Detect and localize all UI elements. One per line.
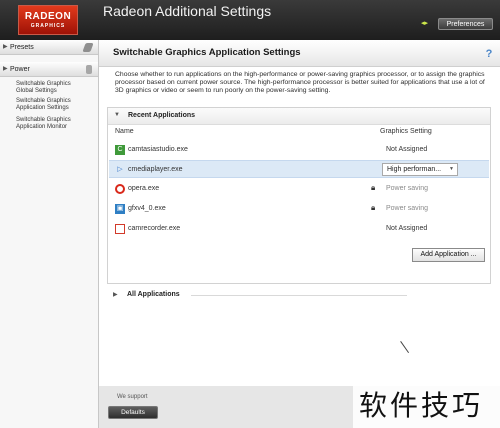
recent-applications-header[interactable]: ▼ Recent Applications bbox=[108, 108, 490, 125]
sidebar-item-application-settings[interactable]: Switchable Graphics Application Settings bbox=[16, 98, 96, 111]
opera-icon bbox=[115, 184, 125, 194]
app-name: gfxv4_0.exe bbox=[128, 205, 166, 212]
sidebar-item-application-monitor[interactable]: Switchable Graphics Application Monitor bbox=[16, 117, 96, 130]
graphics-setting-value: Power saving bbox=[386, 205, 429, 212]
all-applications-label: All Applications bbox=[127, 291, 180, 298]
sidebar-section-label: Presets bbox=[10, 44, 34, 51]
table-row[interactable]: opera.exe 🔒︎ Power saving bbox=[109, 180, 489, 198]
sidebar: ▶ Presets ▶ Power Switchable Graphics Gl… bbox=[0, 40, 99, 428]
back-forward-icon[interactable]: ◂▸ bbox=[421, 20, 429, 27]
watermark-text: 软件技巧 bbox=[359, 389, 484, 422]
power-icon bbox=[86, 65, 92, 74]
page-description: Choose whether to run applications on th… bbox=[115, 71, 485, 94]
gfx-icon: ▣ bbox=[115, 204, 125, 214]
footer-text: We support bbox=[117, 394, 148, 400]
sidebar-section-presets[interactable]: ▶ Presets bbox=[0, 40, 98, 55]
sidebar-item-label: Application Settings bbox=[16, 104, 69, 111]
logo-text-graphics: GRAPHICS bbox=[30, 23, 66, 29]
graphics-setting-value: Power saving bbox=[386, 185, 429, 192]
lock-icon: 🔒︎ bbox=[371, 183, 376, 192]
dropdown-value: High performan... bbox=[387, 166, 442, 173]
sidebar-section-power[interactable]: ▶ Power bbox=[0, 62, 98, 77]
radeon-logo: RADEON GRAPHICS bbox=[18, 5, 78, 35]
app-name: cmediaplayer.exe bbox=[128, 166, 183, 173]
app-name: camtasiastudio.exe bbox=[128, 146, 188, 153]
chevron-right-icon: ▶ bbox=[3, 44, 8, 50]
play-icon: ▷ bbox=[117, 166, 123, 173]
sidebar-item-global-settings[interactable]: Switchable Graphics Global Settings bbox=[16, 81, 96, 94]
camtasia-icon: C bbox=[115, 145, 125, 155]
defaults-button[interactable]: Defaults bbox=[108, 406, 158, 419]
graphics-setting-value[interactable]: Not Assigned bbox=[386, 225, 427, 232]
page-title: Switchable Graphics Application Settings bbox=[113, 47, 301, 58]
logo-text-radeon: RADEON bbox=[24, 11, 72, 22]
sidebar-item-label: Global Settings bbox=[16, 87, 57, 94]
graphics-setting-dropdown[interactable]: High performan... ▼ bbox=[382, 163, 458, 176]
title-bar: RADEON GRAPHICS Radeon Additional Settin… bbox=[0, 0, 500, 40]
app-title: Radeon Additional Settings bbox=[103, 3, 272, 19]
column-header-name[interactable]: Name bbox=[115, 128, 134, 135]
help-icon[interactable]: ? bbox=[483, 48, 495, 60]
table-row[interactable]: ▣ gfxv4_0.exe 🔒︎ Power saving bbox=[109, 200, 489, 218]
chevron-down-icon: ▼ bbox=[449, 166, 454, 172]
chevron-down-icon: ▼ bbox=[114, 112, 120, 118]
main-content: Switchable Graphics Application Settings… bbox=[99, 40, 500, 428]
lock-icon: 🔒︎ bbox=[371, 203, 376, 212]
graphics-setting-value[interactable]: Not Assigned bbox=[386, 146, 427, 153]
add-application-button[interactable]: Add Application ... bbox=[412, 248, 485, 262]
column-header-graphics-setting[interactable]: Graphics Setting bbox=[380, 128, 432, 135]
table-row[interactable]: camrecorder.exe Not Assigned bbox=[109, 220, 489, 238]
recorder-icon bbox=[115, 224, 125, 234]
table-row[interactable]: ▷ cmediaplayer.exe High performan... ▼ bbox=[109, 160, 489, 178]
table-row[interactable]: C camtasiastudio.exe Not Assigned bbox=[109, 141, 489, 159]
content-header: Switchable Graphics Application Settings… bbox=[99, 40, 500, 67]
chevron-right-icon: ▶ bbox=[113, 292, 118, 298]
watermark: 软件技巧 bbox=[353, 380, 500, 428]
all-applications-header[interactable]: ▶ All Applications bbox=[107, 286, 491, 304]
chevron-right-icon: ▶ bbox=[3, 66, 8, 72]
recent-applications-label: Recent Applications bbox=[128, 112, 196, 119]
sidebar-section-label: Power bbox=[10, 66, 30, 73]
sidebar-item-label: Application Monitor bbox=[16, 123, 68, 130]
app-name: opera.exe bbox=[128, 185, 160, 192]
preferences-button[interactable]: Preferences bbox=[438, 18, 493, 30]
app-name: camrecorder.exe bbox=[128, 225, 181, 232]
divider bbox=[191, 295, 407, 296]
presets-icon bbox=[82, 43, 94, 52]
